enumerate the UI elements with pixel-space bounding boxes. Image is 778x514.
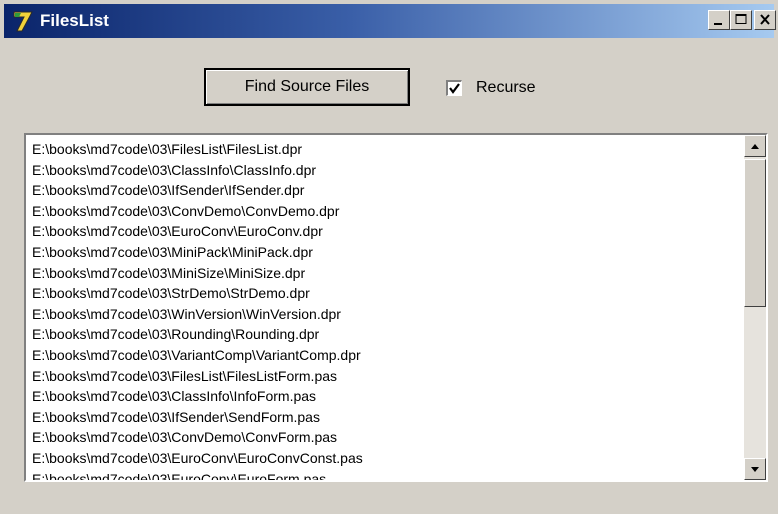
delphi-app-icon xyxy=(12,9,34,33)
list-item[interactable]: E:\books\md7code\03\FilesList\FilesList.… xyxy=(32,139,744,160)
list-item[interactable]: E:\books\md7code\03\IfSender\IfSender.dp… xyxy=(32,180,744,201)
list-item[interactable]: E:\books\md7code\03\MiniPack\MiniPack.dp… xyxy=(32,242,744,263)
list-item[interactable]: E:\books\md7code\03\EuroConv\EuroConv.dp… xyxy=(32,221,744,242)
arrow-down-icon xyxy=(751,467,759,472)
list-item[interactable]: E:\books\md7code\03\ClassInfo\InfoForm.p… xyxy=(32,386,744,407)
vertical-scrollbar[interactable] xyxy=(744,135,766,480)
minimize-icon xyxy=(714,23,722,25)
title-bar[interactable]: FilesList xyxy=(4,4,776,38)
list-item[interactable]: E:\books\md7code\03\StrDemo\StrDemo.dpr xyxy=(32,283,744,304)
window-title: FilesList xyxy=(40,11,109,30)
check-icon xyxy=(449,83,460,94)
list-item[interactable]: E:\books\md7code\03\ClassInfo\ClassInfo.… xyxy=(32,160,744,181)
close-icon xyxy=(760,14,770,25)
file-list: E:\books\md7code\03\FilesList\FilesList.… xyxy=(32,139,744,481)
list-item[interactable]: E:\books\md7code\03\ConvDemo\ConvDemo.dp… xyxy=(32,201,744,222)
list-item[interactable]: E:\books\md7code\03\WinVersion\WinVersio… xyxy=(32,304,744,325)
list-item[interactable]: E:\books\md7code\03\VariantComp\VariantC… xyxy=(32,345,744,366)
list-item[interactable]: E:\books\md7code\03\IfSender\SendForm.pa… xyxy=(32,407,744,428)
list-item[interactable]: E:\books\md7code\03\Rounding\Rounding.dp… xyxy=(32,324,744,345)
scrollbar-thumb[interactable] xyxy=(744,159,766,307)
list-item[interactable]: E:\books\md7code\03\ConvDemo\ConvForm.pa… xyxy=(32,427,744,448)
list-item[interactable]: E:\books\md7code\03\EuroConv\EuroForm.pa… xyxy=(32,469,744,481)
maximize-button[interactable] xyxy=(730,10,752,30)
list-item[interactable]: E:\books\md7code\03\EuroConv\EuroConvCon… xyxy=(32,448,744,469)
scroll-down-button[interactable] xyxy=(744,458,766,480)
scroll-up-button[interactable] xyxy=(744,135,766,157)
maximize-icon xyxy=(735,14,747,24)
list-item[interactable]: E:\books\md7code\03\MiniSize\MiniSize.dp… xyxy=(32,263,744,284)
arrow-up-icon xyxy=(751,144,759,149)
files-list-window: FilesList Find Source Files Recurse E:\b… xyxy=(0,0,778,514)
find-source-files-button[interactable]: Find Source Files xyxy=(204,68,410,106)
close-button[interactable] xyxy=(754,10,776,30)
list-item[interactable]: E:\books\md7code\03\FilesList\FilesListF… xyxy=(32,366,744,387)
recurse-checkbox-box[interactable] xyxy=(446,80,462,96)
minimize-button[interactable] xyxy=(708,10,730,30)
recurse-label: Recurse xyxy=(476,79,536,96)
recurse-checkbox[interactable]: Recurse xyxy=(446,78,536,98)
files-listbox[interactable]: E:\books\md7code\03\FilesList\FilesList.… xyxy=(24,133,768,482)
